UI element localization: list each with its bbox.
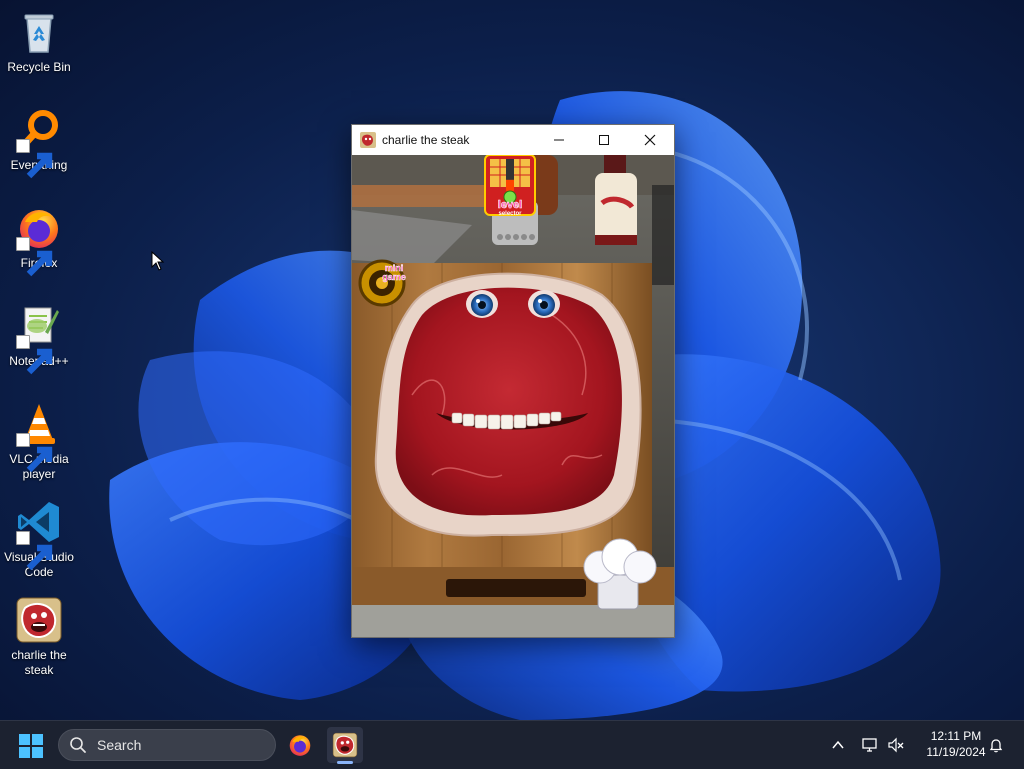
shortcut-arrow-icon [16, 335, 53, 375]
maximize-button[interactable] [581, 125, 627, 155]
charlie-steak-icon [332, 732, 358, 758]
taskbar-charlie-steak-button[interactable] [327, 727, 363, 763]
desktop-icon-recycle-bin[interactable]: Recycle Bin [1, 8, 77, 75]
app-window[interactable]: charlie the steak level selector mini ga… [351, 124, 675, 638]
shortcut-arrow-icon [16, 531, 53, 571]
recycle-bin-icon [15, 8, 63, 56]
vlc-icon [15, 400, 63, 473]
shortcut-arrow-icon [16, 433, 53, 473]
firefox-icon [15, 204, 63, 277]
steak-left-eye [466, 290, 498, 318]
window-titlebar[interactable]: charlie the steak [352, 125, 674, 155]
taskbar-clock[interactable]: 12:11 PM 11/19/2024 [912, 728, 1000, 760]
clock-time: 12:11 PM [930, 729, 982, 743]
desktop-icon-vlc[interactable]: VLC media player [1, 400, 77, 482]
notepad-plus-plus-icon [15, 302, 63, 375]
clock-date: 11/19/2024 [926, 745, 986, 759]
firefox-icon [289, 735, 311, 756]
taskbar-search-box[interactable]: Search [58, 729, 276, 761]
level-badge-subtext: selector [498, 211, 522, 217]
desktop-icon-everything[interactable]: Everything [1, 106, 77, 179]
desktop-icon-firefox[interactable]: Firefox [1, 204, 77, 277]
charlie-steak-icon [15, 596, 63, 644]
search-placeholder: Search [97, 737, 142, 753]
taskbar-firefox-button[interactable] [282, 727, 318, 763]
chevron-up-icon [832, 740, 844, 749]
mini-game-text-2: game [382, 272, 406, 282]
volume-button[interactable] [886, 735, 906, 755]
everything-search-icon [15, 106, 63, 179]
active-app-indicator [337, 761, 353, 764]
windows-start-icon[interactable] [18, 733, 44, 759]
mini-game-button[interactable]: mini game [358, 259, 406, 307]
level-meter-fill [506, 179, 514, 191]
desktop-icon-vscode[interactable]: Visual Studio Code [1, 498, 77, 580]
desktop-icon-notepad-plus-plus[interactable]: Notepad++ [1, 302, 77, 375]
charlie-steak-character[interactable] [374, 272, 642, 537]
search-icon [70, 737, 86, 753]
level-selector-button[interactable]: level selector [484, 155, 536, 217]
desktop-icon-label: charlie the steak [11, 648, 67, 677]
close-button[interactable] [627, 125, 673, 155]
minimize-icon [554, 139, 564, 141]
shortcut-arrow-icon [16, 139, 53, 179]
game-canvas[interactable]: level selector mini game [352, 155, 674, 637]
show-hidden-icons-button[interactable] [828, 735, 848, 755]
network-icon [862, 738, 877, 752]
minimize-button[interactable] [536, 125, 582, 155]
desktop-icon-charlie-the-steak[interactable]: charlie the steak [1, 596, 77, 678]
speaker-muted-icon [888, 737, 904, 753]
charlie-steak-icon [360, 132, 376, 148]
steak-right-eye [528, 290, 560, 318]
shortcut-arrow-icon [16, 237, 53, 277]
network-status-button[interactable] [860, 735, 880, 755]
maximize-icon [599, 135, 609, 145]
window-title: charlie the steak [382, 133, 470, 147]
vscode-icon [15, 498, 63, 571]
mouse-cursor-icon [151, 251, 165, 271]
level-badge-text: level [498, 199, 522, 211]
close-icon [644, 134, 656, 146]
desktop-icon-label: Recycle Bin [7, 60, 71, 74]
taskbar: Search [0, 720, 1024, 769]
